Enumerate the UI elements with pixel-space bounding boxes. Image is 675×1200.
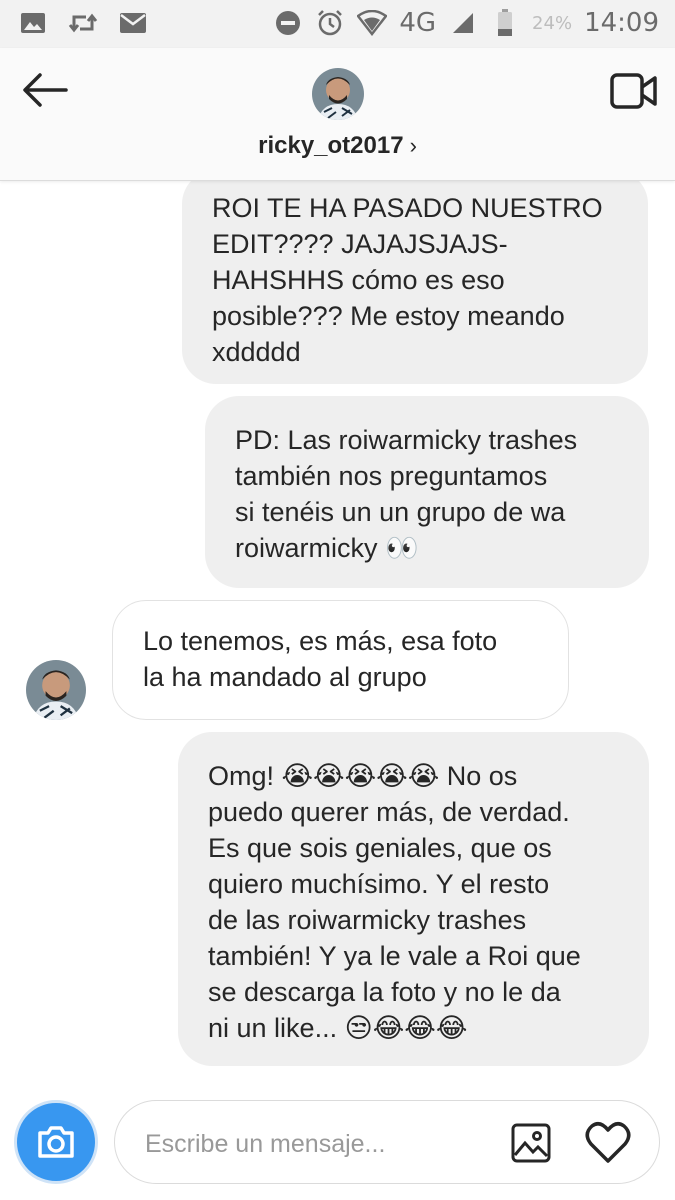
status-bar: 4G 24% 14:09 bbox=[0, 0, 675, 48]
outgoing-message[interactable]: ROI TE HA PASADO NUESTRO EDIT???? JAJAJS… bbox=[182, 180, 648, 384]
conversation-header: ricky_ot2017 › bbox=[0, 48, 675, 181]
gallery-button[interactable] bbox=[511, 1123, 551, 1163]
video-camera-icon bbox=[610, 73, 657, 109]
message-input-container bbox=[114, 1100, 660, 1184]
outgoing-message[interactable]: PD: Las roiwarmicky trashes también nos … bbox=[205, 396, 649, 588]
alarm-icon bbox=[315, 8, 345, 38]
like-button[interactable] bbox=[585, 1121, 631, 1165]
avatar[interactable] bbox=[312, 68, 364, 120]
do-not-disturb-icon bbox=[273, 8, 303, 38]
signal-icon bbox=[448, 8, 478, 38]
conversation-title[interactable]: ricky_ot2017 › bbox=[0, 132, 675, 160]
message-input[interactable] bbox=[143, 1123, 487, 1165]
outgoing-message[interactable]: Omg! 😭😭😭😭😭 No os puedo querer más, de ve… bbox=[178, 732, 649, 1066]
wifi-icon bbox=[357, 8, 388, 38]
chevron-right-icon: › bbox=[409, 133, 417, 158]
message-composer bbox=[14, 1100, 660, 1186]
battery-icon bbox=[490, 8, 520, 38]
camera-icon bbox=[38, 1126, 74, 1158]
gallery-icon bbox=[511, 1123, 551, 1163]
battery-percent: 24% bbox=[532, 12, 573, 34]
incoming-message[interactable]: Lo tenemos, es más, esa foto la ha manda… bbox=[112, 600, 569, 720]
video-call-button[interactable] bbox=[610, 72, 658, 110]
message-thread[interactable]: ROI TE HA PASADO NUESTRO EDIT???? JAJAJS… bbox=[0, 180, 675, 1080]
sender-avatar[interactable] bbox=[26, 660, 86, 720]
retweet-notification-icon bbox=[68, 8, 98, 38]
back-arrow-icon bbox=[23, 73, 68, 107]
back-button[interactable] bbox=[20, 70, 70, 110]
username: ricky_ot2017 bbox=[258, 132, 404, 159]
heart-icon bbox=[585, 1122, 631, 1163]
camera-button[interactable] bbox=[14, 1100, 98, 1184]
network-type: 4G bbox=[399, 8, 437, 38]
image-notification-icon bbox=[18, 8, 48, 38]
clock: 14:09 bbox=[584, 8, 659, 38]
mail-notification-icon bbox=[118, 8, 148, 38]
